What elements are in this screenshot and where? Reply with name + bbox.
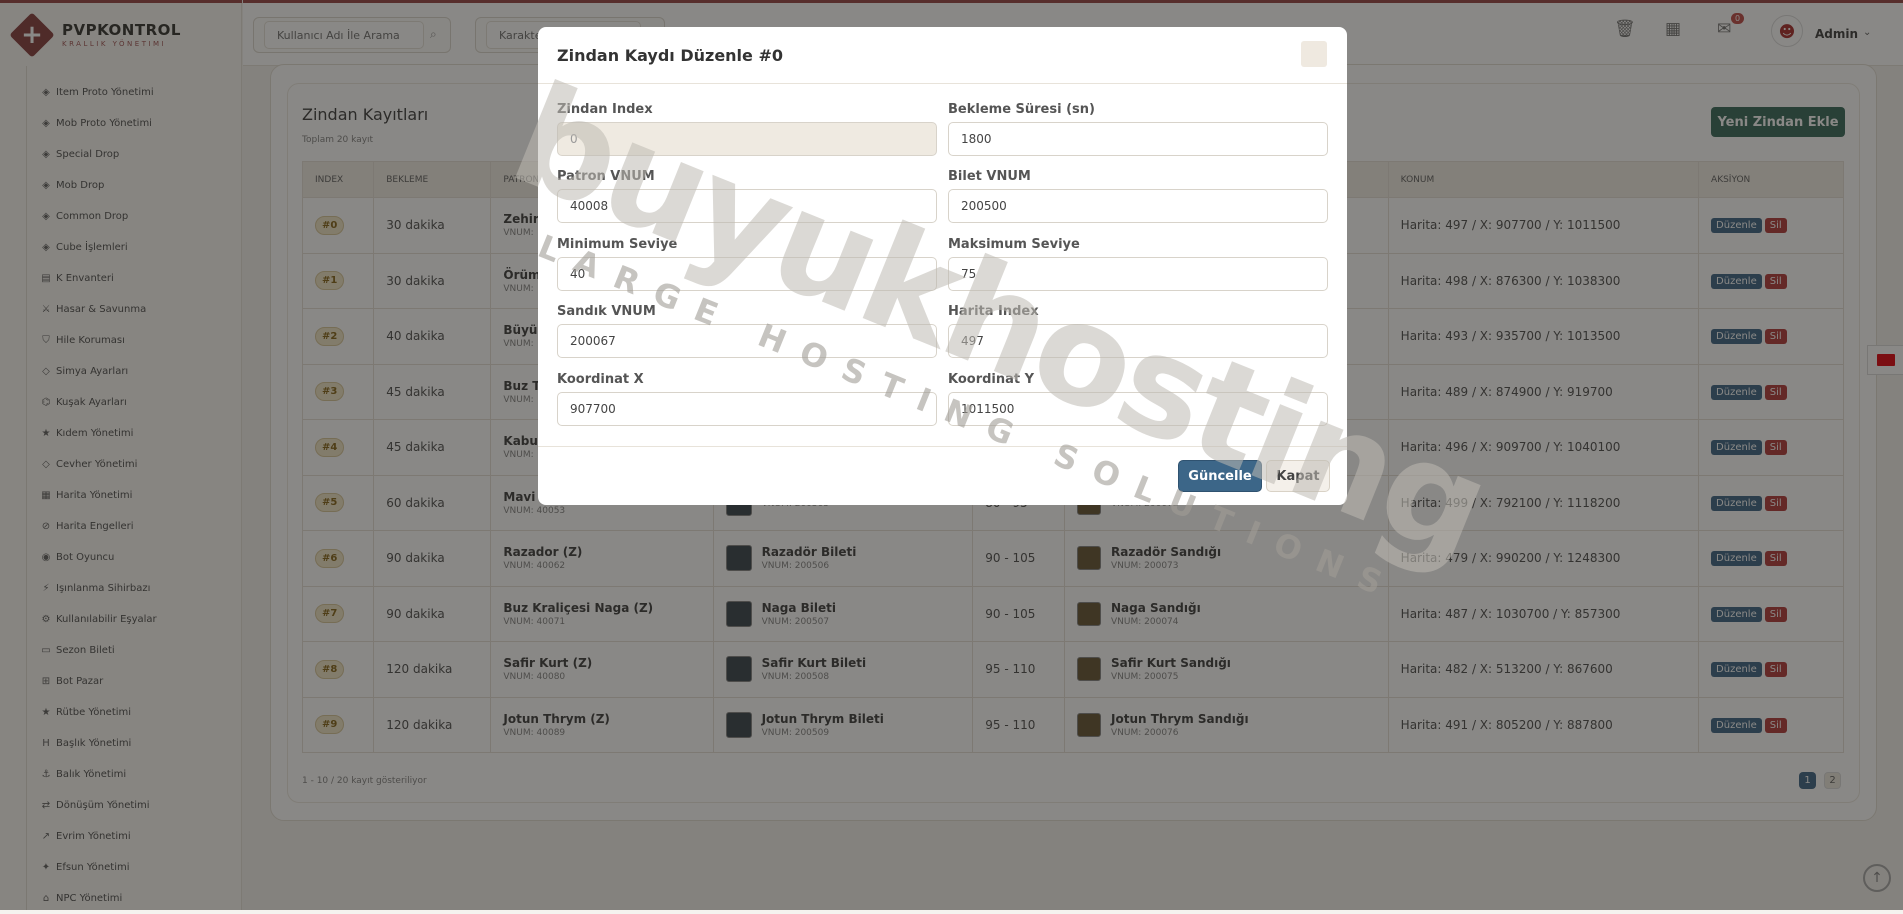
ticket-vnum-input[interactable]	[948, 189, 1328, 223]
coord-y-label: Koordinat Y	[948, 372, 1035, 387]
map-index-field: Harita Index	[948, 304, 1328, 358]
ticket-vnum-label: Bilet VNUM	[948, 169, 1031, 184]
cooldown-input[interactable]	[948, 122, 1328, 156]
min-level-input[interactable]	[557, 257, 937, 291]
coord-x-label: Koordinat X	[557, 372, 644, 387]
coord-y-field: Koordinat Y	[948, 372, 1328, 426]
min-level-field: Minimum Seviye	[557, 237, 937, 291]
map-index-label: Harita Index	[948, 304, 1039, 319]
modal-footer: Güncelle Kapat	[538, 446, 1347, 505]
coord-y-input[interactable]	[948, 392, 1328, 426]
chest-vnum-label: Sandık VNUM	[557, 304, 656, 319]
cooldown-field: Bekleme Süresi (sn)	[948, 102, 1328, 156]
cooldown-label: Bekleme Süresi (sn)	[948, 102, 1095, 117]
dungeon-index-field: Zindan Index	[557, 102, 937, 156]
dungeon-index-input	[557, 122, 937, 156]
dungeon-index-label: Zindan Index	[557, 102, 653, 117]
close-icon[interactable]	[1301, 41, 1327, 67]
chest-vnum-input[interactable]	[557, 324, 937, 358]
boss-vnum-input[interactable]	[557, 189, 937, 223]
ticket-vnum-field: Bilet VNUM	[948, 169, 1328, 223]
min-level-label: Minimum Seviye	[557, 237, 678, 252]
update-button[interactable]: Güncelle	[1178, 460, 1262, 492]
boss-vnum-label: Patron VNUM	[557, 169, 655, 184]
coord-x-field: Koordinat X	[557, 372, 937, 426]
map-index-input[interactable]	[948, 324, 1328, 358]
close-button[interactable]: Kapat	[1266, 460, 1330, 492]
max-level-label: Maksimum Seviye	[948, 237, 1080, 252]
edit-dungeon-modal: Zindan Kaydı Düzenle #0 Zindan Index Bek…	[538, 27, 1347, 505]
max-level-input[interactable]	[948, 257, 1328, 291]
modal-title: Zindan Kaydı Düzenle #0	[538, 27, 1347, 84]
boss-vnum-field: Patron VNUM	[557, 169, 937, 223]
chest-vnum-field: Sandık VNUM	[557, 304, 937, 358]
coord-x-input[interactable]	[557, 392, 937, 426]
max-level-field: Maksimum Seviye	[948, 237, 1328, 291]
